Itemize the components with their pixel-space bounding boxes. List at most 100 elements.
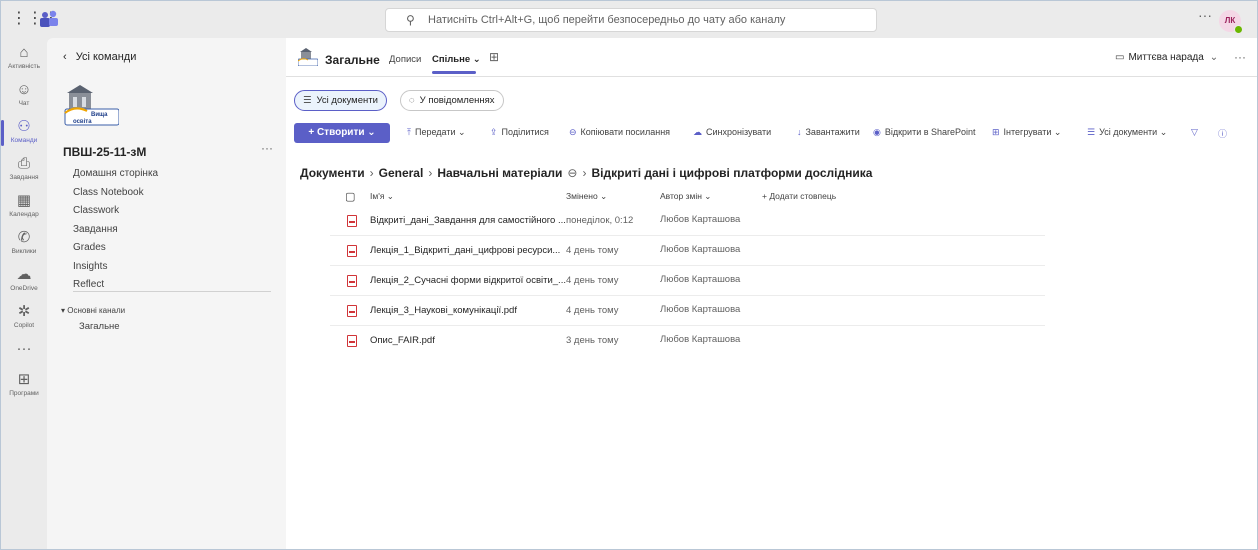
rail-item-more[interactable]: ··· (1, 340, 47, 358)
share-button[interactable]: ⇪ Поділитися (490, 127, 549, 138)
search-placeholder: Натисніть Ctrl+Alt+G, щоб перейти безпос… (428, 14, 786, 26)
more-options-icon[interactable]: ··· (1234, 50, 1246, 64)
search-input[interactable]: ⚲ Натисніть Ctrl+Alt+G, щоб перейти безп… (385, 8, 877, 32)
filter-icon[interactable]: ▽ (1191, 127, 1198, 138)
rail-label: Чат (18, 100, 30, 107)
channel-header: Загальне Дописи Спільне ⌄ ⊞ ▭ Миттєва нар… (286, 38, 1257, 77)
download-button[interactable]: ↓ Завантажити (797, 127, 860, 137)
create-label: Створити (316, 127, 365, 138)
column-name[interactable]: Ім'я ⌄ (370, 191, 394, 202)
sync-label: Синхронізувати (706, 127, 772, 137)
app-rail: ⌂ Активність ☺ Чат ⚇ Команди ⎙ Завдання … (1, 38, 47, 549)
onedrive-icon: ☁ (16, 266, 32, 283)
rail-item-apps[interactable]: ⊞ Програми (1, 371, 47, 397)
integrate-button[interactable]: ⊞ Інтегрувати ⌄ (992, 127, 1061, 138)
file-name[interactable]: Лекція_1_Відкриті_дані_цифрові ресурси..… (370, 245, 560, 256)
file-name[interactable]: Опис_FAIR.pdf (370, 335, 435, 346)
main-content: Загальне Дописи Спільне ⌄ ⊞ ▭ Миттєва нар… (286, 38, 1257, 549)
team-tab-assignments[interactable]: Завдання (73, 221, 158, 240)
rail-item-calendar[interactable]: ▦ Календар (1, 192, 47, 218)
open-sharepoint-label: Відкрити в SharePoint (884, 127, 976, 137)
rail-label: Завдання (9, 174, 39, 181)
rail-item-calls[interactable]: ✆ Виклики (1, 229, 47, 255)
rail-label: Виклики (11, 248, 37, 255)
breadcrumb-item[interactable]: Документи (300, 166, 365, 180)
team-more-icon[interactable]: ··· (261, 141, 273, 155)
team-name: ПВШ-25-11-зМ (63, 145, 147, 159)
column-author[interactable]: Автор змін ⌄ (660, 191, 711, 202)
chat-bubble-icon: ◌ (409, 95, 415, 106)
calendar-icon: ▦ (16, 192, 32, 209)
team-tab-insights[interactable]: Insights (73, 258, 158, 277)
rail-item-activity[interactable]: ⌂ Активність (1, 44, 47, 70)
file-name[interactable]: Відкриті_дані_Завдання для самостійного … (370, 215, 566, 226)
calls-icon: ✆ (17, 229, 31, 246)
file-name[interactable]: Лекція_3_Наукові_комунікації.pdf (370, 305, 517, 316)
meet-label: Миттєва нарада (1128, 52, 1204, 63)
channel-general[interactable]: Загальне (79, 321, 120, 332)
file-row[interactable]: Лекція_1_Відкриті_дані_цифрові ресурси..… (330, 236, 1045, 266)
list-icon: ☰ (1087, 127, 1096, 137)
app-launcher-icon[interactable]: ⋮⋮⋮ (11, 10, 59, 28)
teams-icon: ⚇ (17, 118, 31, 135)
rail-item-chat[interactable]: ☺ Чат (1, 81, 47, 107)
video-icon: ▭ (1115, 52, 1125, 63)
file-row[interactable]: Опис_FAIR.pdf 3 день тому Любов Карташов… (330, 326, 1045, 356)
breadcrumb-item[interactable]: Навчальні матеріали (437, 166, 562, 180)
filter-all-documents[interactable]: ☰ Усі документи (294, 90, 387, 111)
file-row[interactable]: Лекція_2_Сучасні форми відкритої освіти_… (330, 266, 1045, 296)
file-row[interactable]: Лекція_3_Наукові_комунікації.pdf 4 день … (330, 296, 1045, 326)
rail-item-copilot[interactable]: ✲ Copilot (1, 303, 47, 329)
file-row[interactable]: Відкриті_дані_Завдання для самостійного … (330, 206, 1045, 236)
breadcrumb-item[interactable]: General (379, 166, 424, 180)
rail-label: OneDrive (10, 285, 38, 292)
link-icon: ⊖ (569, 127, 577, 137)
file-author: Любов Карташова (660, 334, 741, 345)
channels-header[interactable]: ▾ Основні канали (61, 306, 125, 315)
chevron-down-icon: ⌄ (364, 127, 376, 138)
team-tab-notebook[interactable]: Class Notebook (73, 184, 158, 203)
filter-in-messages[interactable]: ◌ У повідомленнях (400, 90, 504, 111)
share-label: Поділитися (501, 127, 549, 137)
chevron-right-icon: › (369, 166, 374, 180)
info-icon[interactable]: ⓘ (1218, 127, 1227, 140)
file-author: Любов Карташова (660, 274, 741, 285)
filter-label: Усі документи (316, 95, 378, 106)
teams-logo-icon (40, 10, 58, 27)
open-sharepoint-button[interactable]: ◉ Відкрити в SharePoint (873, 127, 976, 138)
copy-link-button[interactable]: ⊖ Копіювати посилання (569, 127, 670, 138)
rail-item-teams[interactable]: ⚇ Команди (1, 118, 47, 146)
copilot-icon: ✲ (17, 303, 31, 320)
team-tab-classwork[interactable]: Classwork (73, 202, 158, 221)
meet-now-button[interactable]: ▭ Миттєва нарада ⌄ (1115, 52, 1218, 63)
rail-label: Copilot (13, 322, 35, 329)
add-column-label: Додати стовпець (769, 191, 837, 201)
team-panel: ‹ Усі команди Вища освіта ПВШ-25-11-зМ ·… (47, 38, 286, 549)
back-to-all-teams[interactable]: ‹ Усі команди (63, 51, 136, 63)
column-modified[interactable]: Змінено ⌄ (566, 191, 607, 202)
team-tab-home[interactable]: Домашня сторінка (73, 165, 158, 184)
bell-icon: ⌂ (19, 44, 29, 61)
add-column-button[interactable]: + Додати стовпець (762, 191, 836, 201)
file-name[interactable]: Лекція_2_Сучасні форми відкритої освіти_… (370, 275, 566, 286)
create-button[interactable]: + Створити ⌄ (294, 123, 390, 143)
presence-icon (1234, 25, 1243, 34)
active-indicator (1, 120, 4, 146)
file-modified: 4 день тому (566, 305, 619, 316)
view-selector[interactable]: ☰ Усі документи ⌄ (1087, 127, 1167, 138)
rail-item-assignments[interactable]: ⎙ Завдання (1, 155, 47, 181)
avatar[interactable]: ЛК (1219, 10, 1243, 34)
svg-text:освіта: освіта (73, 119, 92, 125)
tab-shared[interactable]: Спільне ⌄ (432, 54, 481, 74)
settings-more-icon[interactable]: ··· (1198, 7, 1212, 23)
breadcrumb: Документи › General › Навчальні матеріали ⊖ › В… (300, 166, 872, 180)
tab-shared-label: Спільне (432, 54, 471, 65)
transfer-button[interactable]: ⤒ Передати ⌄ (407, 127, 466, 138)
tab-posts[interactable]: Дописи (389, 54, 421, 65)
add-tab-icon[interactable]: ⊞ (489, 50, 499, 64)
sync-button[interactable]: ☁ Синхронізувати (693, 127, 771, 138)
link-icon[interactable]: ⊖ (567, 166, 577, 180)
team-tab-grades[interactable]: Grades (73, 239, 158, 258)
rail-item-onedrive[interactable]: ☁ OneDrive (1, 266, 47, 292)
list-icon: ☰ (303, 95, 312, 106)
